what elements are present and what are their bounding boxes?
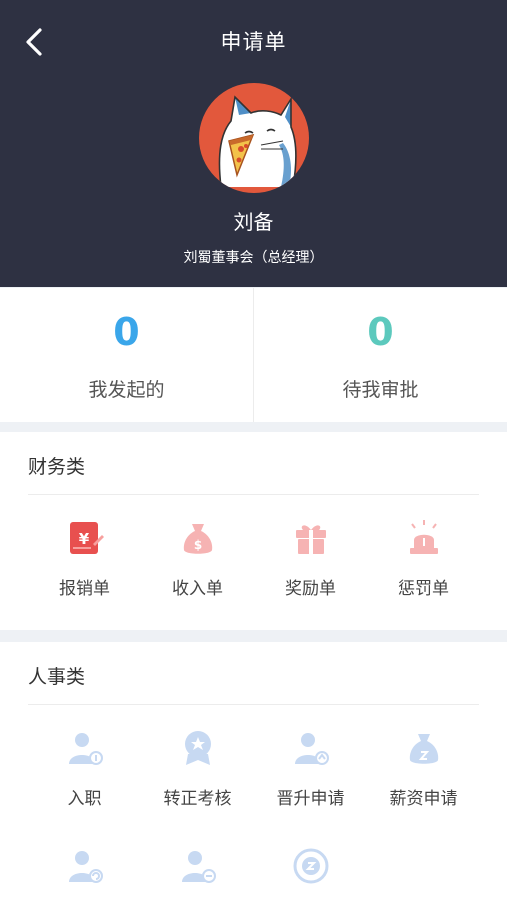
salary-bag-icon [409,734,439,764]
hr-grid-more [28,838,480,900]
onboarding-label: 入职 [67,789,102,809]
initiated-count: 0 [113,310,140,354]
reward-form-item[interactable]: 奖励单 [254,510,367,610]
finance-section: 财务类 ¥ 报销单 $ 收入单 奖励单 惩罚单 [0,432,507,630]
medal-icon [185,731,211,765]
expense-form-label: 报销单 [59,579,110,599]
income-form-label: 收入单 [172,579,223,599]
siren-icon [410,520,438,554]
promotion-item[interactable]: 晋升申请 [254,720,367,820]
avatar[interactable] [199,83,309,193]
stats-bar: 0 我发起的 0 待我审批 [0,288,507,422]
probation-review-label: 转正考核 [163,789,232,809]
initiated-label: 我发起的 [88,379,165,401]
divider [28,494,479,495]
expense-form-item[interactable]: ¥ 报销单 [28,510,141,610]
income-form-item[interactable]: $ 收入单 [141,510,254,610]
pending-approval-label: 待我审批 [342,379,419,401]
promotion-user-icon [295,733,329,765]
app-header: 申请单 刘备 刘蜀董事会（总经理） [0,0,507,287]
finance-grid: ¥ 报销单 $ 收入单 奖励单 惩罚单 [28,510,480,610]
salary-request-label: 薪资申请 [389,789,458,809]
user-leave-icon [182,851,216,883]
hr-section: 人事类 入职 转正考核 晋升申请 薪资申请 [0,642,507,900]
refresh-coin-icon [293,848,329,884]
resignation-item[interactable] [141,838,254,900]
svg-text:¥: ¥ [79,530,90,548]
stat-initiated[interactable]: 0 我发起的 [0,288,253,422]
page-title: 申请单 [220,30,287,54]
salary-request-item[interactable]: 薪资申请 [367,720,480,820]
stat-pending-approval[interactable]: 0 待我审批 [253,288,507,422]
user-name: 刘备 [233,210,274,234]
penalty-form-label: 惩罚单 [398,579,449,599]
divider [28,704,479,705]
transfer-item[interactable] [28,838,141,900]
onboarding-item[interactable]: 入职 [28,720,141,820]
user-department: 刘蜀董事会（总经理） [183,250,324,266]
gift-icon [296,525,326,554]
hr-grid: 入职 转正考核 晋升申请 薪资申请 [28,720,480,820]
hr-section-title: 人事类 [28,666,86,688]
money-bag-icon: $ [183,524,213,554]
expense-receipt-icon: ¥ [70,522,104,554]
user-transfer-icon [69,851,103,883]
onboard-user-icon [69,733,103,765]
finance-section-title: 财务类 [28,456,86,478]
cat-avatar-illustration [218,95,297,188]
svg-text:$: $ [194,538,202,552]
reward-form-label: 奖励单 [285,579,336,599]
refund-item[interactable] [254,838,367,900]
promotion-label: 晋升申请 [276,789,345,809]
penalty-form-item[interactable]: 惩罚单 [367,510,480,610]
probation-review-item[interactable]: 转正考核 [141,720,254,820]
pending-approval-count: 0 [367,310,394,354]
